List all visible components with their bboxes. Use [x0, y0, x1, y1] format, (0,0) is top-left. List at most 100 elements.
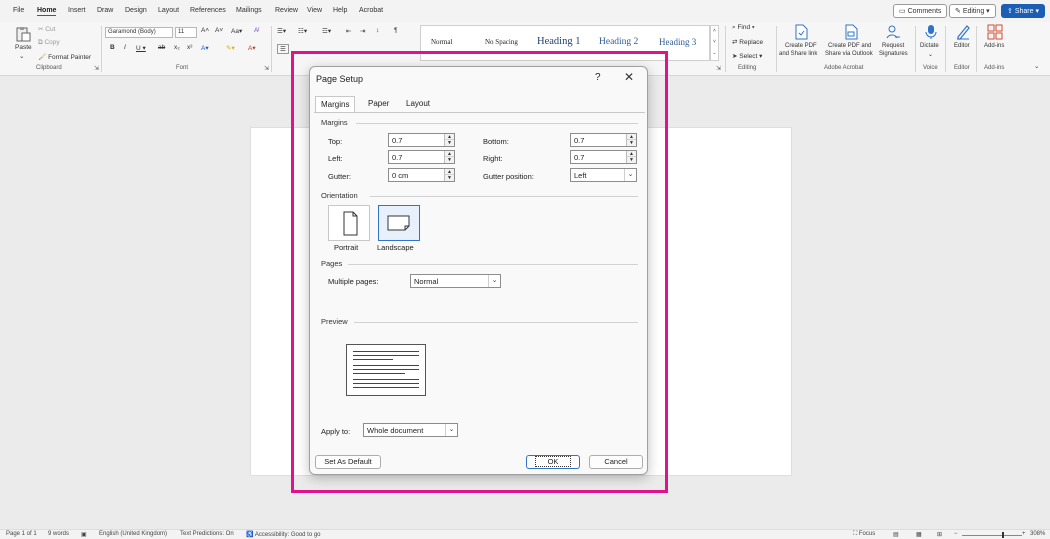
menu-design[interactable]: Design [125, 7, 147, 14]
print-layout-icon[interactable]: ▦ [916, 531, 922, 538]
format-painter-button[interactable]: 🖌 Format Painter [38, 53, 91, 61]
editor-icon[interactable] [955, 24, 971, 40]
share-outlook-label[interactable]: Share via Outlook [825, 51, 873, 57]
set-as-default-button[interactable]: Set As Default [315, 455, 381, 469]
page-count[interactable]: Page 1 of 1 [6, 531, 37, 537]
cancel-button[interactable]: Cancel [589, 455, 643, 469]
landscape-label[interactable]: Landscape [377, 243, 414, 252]
close-icon[interactable]: ✕ [624, 70, 634, 84]
dictate-label[interactable]: Dictate [920, 43, 939, 49]
portrait-option[interactable] [328, 205, 370, 241]
menu-references[interactable]: References [190, 7, 226, 14]
ok-button[interactable]: OK [526, 455, 580, 469]
menu-review[interactable]: Review [275, 7, 298, 14]
decrease-indent-icon[interactable]: ⇤ [346, 27, 351, 35]
zoom-slider[interactable] [962, 535, 1022, 536]
italic-icon[interactable]: I [124, 44, 126, 51]
copy-button[interactable]: ⧉ Copy [38, 39, 60, 47]
tab-paper[interactable]: Paper [363, 96, 394, 112]
grow-font-icon[interactable]: A˄ [201, 27, 209, 34]
collapse-ribbon-icon[interactable]: ⌄ [1034, 62, 1039, 70]
accessibility-status[interactable]: ♿ Accessibility: Good to go [246, 531, 321, 538]
create-pdf-label[interactable]: Create PDF [785, 43, 817, 49]
styles-scroll[interactable]: ˄ ˅ ⌄ [710, 25, 719, 61]
change-case-icon[interactable]: Aa▾ [231, 27, 242, 35]
menu-acrobat[interactable]: Acrobat [359, 7, 383, 14]
web-layout-icon[interactable]: ⊞ [937, 531, 942, 538]
multilevel-list-icon[interactable]: ☲▾ [322, 27, 331, 35]
style-no-spacing[interactable]: No Spacing [485, 38, 518, 46]
text-predictions-status[interactable]: Text Predictions: On [180, 531, 234, 537]
menu-insert[interactable]: Insert [68, 7, 86, 14]
right-margin-spinner[interactable]: 0.7 ▲ ▼ [570, 150, 637, 164]
request-label[interactable]: Request [882, 43, 904, 49]
align-left-icon[interactable]: ☰ [277, 44, 289, 54]
replace-button[interactable]: ⇄ Replace [732, 38, 763, 46]
spin-down-icon[interactable]: ▼ [627, 140, 636, 146]
style-normal[interactable]: Normal [431, 38, 452, 46]
style-heading-3[interactable]: Heading 3 [659, 37, 696, 47]
clipboard-launcher-icon[interactable]: ⇲ [94, 65, 99, 72]
style-heading-2[interactable]: Heading 2 [599, 37, 638, 47]
microphone-icon[interactable] [923, 24, 939, 40]
left-margin-spinner[interactable]: 0.7 ▲ ▼ [388, 150, 455, 164]
subscript-icon[interactable]: x₂ [174, 44, 180, 51]
menu-mailings[interactable]: Mailings [236, 7, 262, 14]
editing-mode-button[interactable]: ✎ Editing ▾ [949, 4, 996, 18]
proofing-icon[interactable]: ▣ [81, 531, 87, 538]
portrait-label[interactable]: Portrait [334, 243, 358, 252]
font-name-combo[interactable]: Garamond (Body) [105, 27, 173, 38]
font-launcher-icon[interactable]: ⇲ [264, 65, 269, 72]
paste-label[interactable]: Paste [15, 44, 32, 51]
share-link-label[interactable]: and Share link [779, 51, 817, 57]
clear-formatting-icon[interactable]: A̸ [254, 27, 258, 34]
help-button[interactable]: ? [595, 72, 601, 83]
menu-view[interactable]: View [307, 7, 322, 14]
highlight-icon[interactable]: ✎▾ [226, 44, 235, 52]
bottom-margin-spinner[interactable]: 0.7 ▲ ▼ [570, 133, 637, 147]
bold-icon[interactable]: B [110, 44, 115, 51]
top-margin-spinner[interactable]: 0.7 ▲ ▼ [388, 133, 455, 147]
styles-launcher-icon[interactable]: ⇲ [716, 65, 721, 72]
increase-indent-icon[interactable]: ⇥ [360, 27, 365, 35]
addins-icon[interactable] [987, 24, 1003, 40]
zoom-slider-thumb[interactable] [1002, 532, 1004, 538]
spin-down-icon[interactable]: ▼ [445, 140, 454, 146]
landscape-option[interactable] [378, 205, 420, 241]
font-color-icon[interactable]: A▾ [248, 44, 256, 52]
share-button[interactable]: ⇪ Share ▾ [1001, 4, 1045, 18]
menu-help[interactable]: Help [333, 7, 347, 14]
bullets-icon[interactable]: ☰▾ [277, 27, 286, 35]
editor-label[interactable]: Editor [954, 43, 970, 49]
menu-file[interactable]: File [13, 7, 24, 14]
underline-icon[interactable]: U ▾ [136, 44, 146, 52]
apply-to-select[interactable]: Whole document ⌄ [363, 423, 458, 437]
gutter-position-select[interactable]: Left ⌄ [570, 168, 637, 182]
menu-layout[interactable]: Layout [158, 7, 179, 14]
signature-icon[interactable] [885, 24, 901, 40]
style-heading-1[interactable]: Heading 1 [537, 36, 580, 47]
zoom-out-icon[interactable]: − [954, 531, 958, 537]
zoom-level[interactable]: 308% [1030, 531, 1045, 537]
superscript-icon[interactable]: x² [187, 44, 192, 51]
select-button[interactable]: ➤ Select ▾ [732, 52, 762, 60]
signatures-label[interactable]: Signatures [879, 51, 908, 57]
tab-margins[interactable]: Margins [315, 96, 356, 112]
dictate-dropdown-icon[interactable]: ⌄ [928, 51, 933, 58]
menu-home[interactable]: Home [37, 7, 57, 16]
menu-draw[interactable]: Draw [97, 7, 113, 14]
spin-down-icon[interactable]: ▼ [627, 157, 636, 163]
shrink-font-icon[interactable]: A˅ [215, 27, 223, 34]
gutter-spinner[interactable]: 0 cm ▲ ▼ [388, 168, 455, 182]
cut-button[interactable]: ✂ Cut [38, 25, 55, 33]
find-button[interactable]: ⌕ Find ▾ [732, 24, 755, 32]
strikethrough-icon[interactable]: ab [158, 44, 165, 51]
spin-down-icon[interactable]: ▼ [445, 157, 454, 163]
multiple-pages-select[interactable]: Normal ⌄ [410, 274, 501, 288]
tab-layout[interactable]: Layout [401, 96, 435, 112]
read-mode-icon[interactable]: ▤ [893, 531, 899, 538]
focus-button[interactable]: ⛶ Focus [853, 531, 875, 538]
paste-icon[interactable] [15, 26, 31, 42]
pdf-outlook-icon[interactable] [843, 24, 859, 40]
text-effects-icon[interactable]: A▾ [201, 44, 209, 52]
